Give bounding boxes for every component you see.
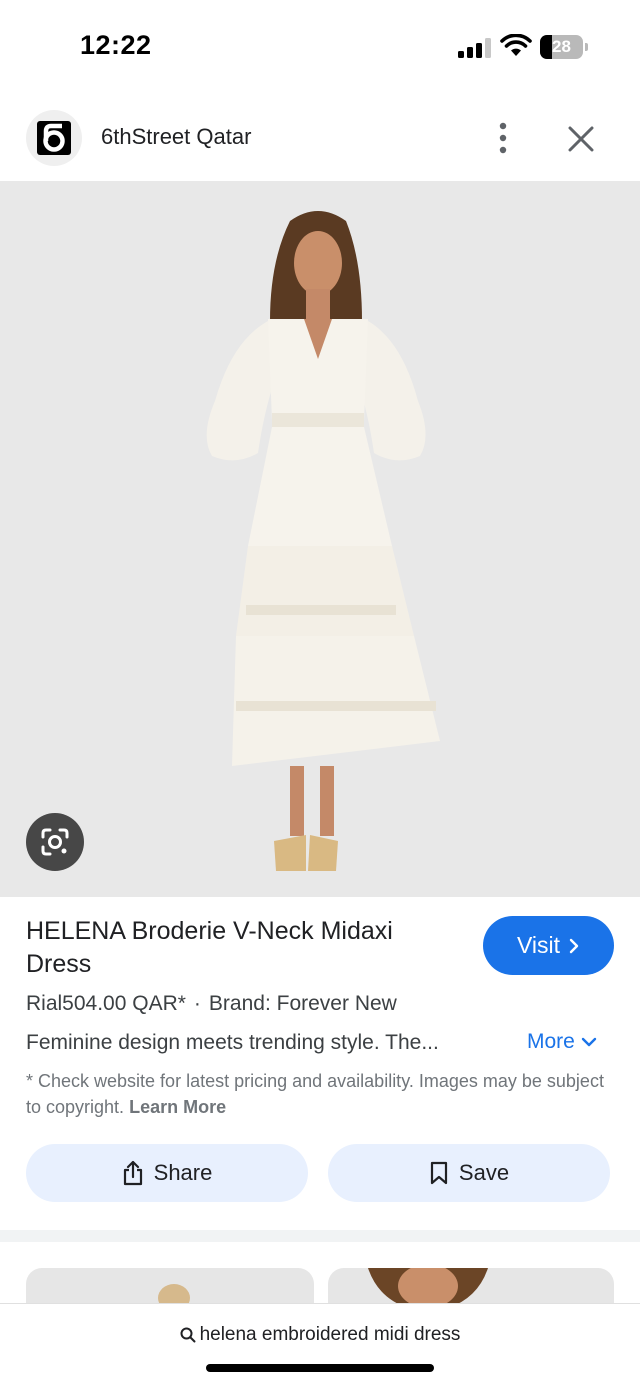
section-divider: [0, 1230, 640, 1242]
visit-label: Visit: [516, 932, 561, 958]
more-label: More: [527, 1030, 575, 1053]
price-brand-line: Rial504.00 QAR* · Brand: Forever New: [26, 992, 397, 1016]
disclaimer-body: * Check website for latest pricing and a…: [26, 1071, 604, 1117]
product-brand: Brand: Forever New: [208, 992, 397, 1015]
share-button[interactable]: Share: [26, 1144, 308, 1202]
related-image-thumbnail[interactable]: [26, 1268, 314, 1308]
chevron-right-icon: [569, 938, 579, 953]
close-icon[interactable]: [562, 120, 600, 158]
learn-more-link[interactable]: Learn More: [129, 1097, 226, 1117]
search-bar[interactable]: helena embroidered midi dress: [0, 1303, 640, 1388]
home-indicator[interactable]: [206, 1364, 434, 1372]
product-image[interactable]: [0, 181, 640, 897]
share-label: Share: [153, 1160, 213, 1185]
lens-search-button[interactable]: [26, 813, 84, 871]
battery-icon: 28: [540, 35, 588, 59]
related-image-thumbnail[interactable]: [328, 1268, 614, 1308]
search-query-text: helena embroidered midi dress: [199, 1324, 461, 1345]
save-label: Save: [458, 1160, 510, 1185]
share-icon: [123, 1160, 142, 1186]
6thstreet-logo-icon[interactable]: [26, 110, 82, 166]
cellular-signal-icon: [458, 38, 491, 58]
site-header: 6thStreet Qatar: [0, 100, 640, 180]
bookmark-icon: [430, 1161, 448, 1185]
disclaimer-text: * Check website for latest pricing and a…: [26, 1068, 616, 1120]
product-price: Rial504.00 QAR*: [26, 992, 186, 1015]
status-bar: 12:22 28: [0, 0, 640, 96]
site-name[interactable]: 6thStreet Qatar: [101, 124, 251, 150]
visit-button[interactable]: Visit: [483, 916, 614, 975]
search-query-row[interactable]: helena embroidered midi dress: [0, 1324, 640, 1346]
product-description: Feminine design meets trending style. Th…: [26, 1031, 439, 1054]
more-options-icon[interactable]: [486, 118, 520, 158]
wifi-icon: [500, 34, 532, 56]
more-button[interactable]: More: [527, 1030, 597, 1054]
search-icon: [180, 1327, 196, 1343]
battery-level: 28: [552, 37, 571, 56]
save-button[interactable]: Save: [328, 1144, 610, 1202]
chevron-down-icon: [581, 1037, 597, 1047]
separator-dot: ·: [193, 992, 201, 1015]
product-title: HELENA Broderie V-Neck Midaxi Dress: [26, 917, 393, 978]
google-lens-icon: [41, 828, 69, 856]
status-time: 12:22: [80, 30, 152, 60]
dress-model-illustration: [206, 211, 440, 871]
